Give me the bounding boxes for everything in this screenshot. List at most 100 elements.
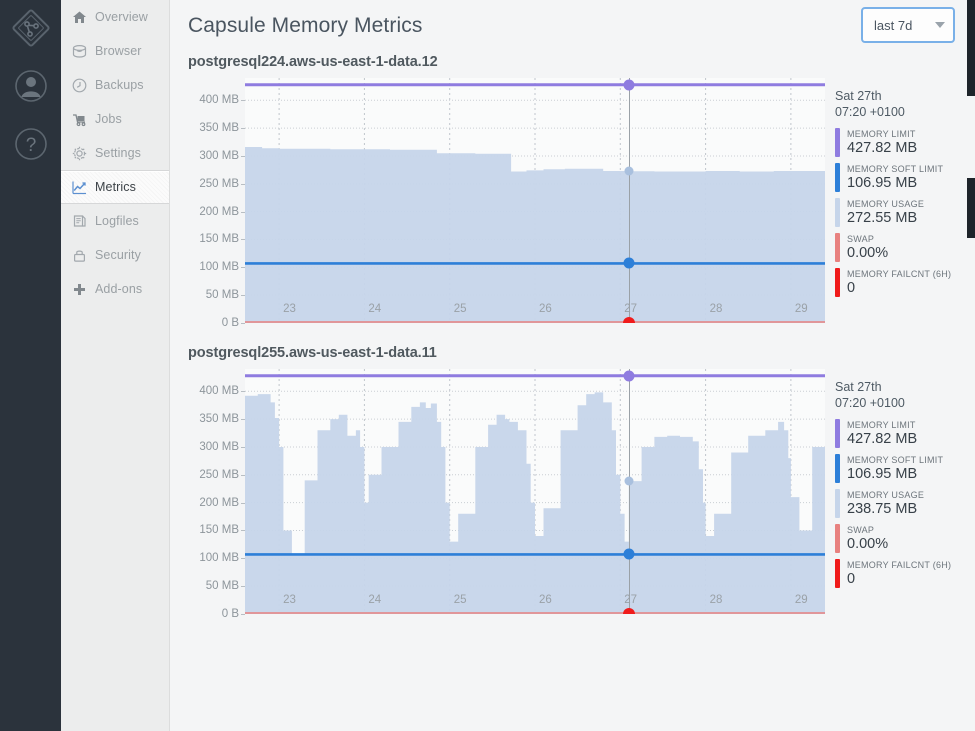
- sidebar-item-label: Jobs: [95, 112, 122, 126]
- legend-swatch: [835, 524, 840, 553]
- chart-legend-1: Sat 27th 07:20 +0100 MEMORY LIMIT427.82 …: [825, 369, 975, 594]
- legend-time-value: 07:20 +0100: [835, 104, 975, 120]
- y-axis-tick-label: 350 MB: [199, 413, 239, 425]
- legend-item: MEMORY FAILCNT (6H)0: [835, 268, 975, 297]
- chart-block-1: postgresql255.aws-us-east-1-data.11 400 …: [170, 345, 975, 614]
- legend-series-name: MEMORY FAILCNT (6H): [847, 268, 951, 280]
- edge-strip-mid: [967, 178, 975, 238]
- plot-canvas-0[interactable]: 23242526272829: [245, 78, 825, 323]
- user-avatar-icon[interactable]: [9, 64, 53, 108]
- x-axis-tick-label: 23: [283, 594, 296, 606]
- app-rail: ?: [0, 0, 61, 731]
- memory-usage-marker: [624, 167, 633, 176]
- sidebar-item-browser[interactable]: Browser: [61, 34, 169, 68]
- x-axis-tick-label: 28: [710, 303, 723, 315]
- sidebar-item-overview[interactable]: Overview: [61, 0, 169, 34]
- sidebar-item-security[interactable]: Security: [61, 238, 169, 272]
- y-axis-tick-label: 0 B: [222, 608, 239, 620]
- svg-text:?: ?: [25, 135, 36, 156]
- legend-series-value: 427.82 MB: [847, 140, 917, 157]
- sidebar-item-label: Browser: [95, 44, 142, 58]
- sidebar-item-label: Logfiles: [95, 214, 139, 228]
- help-icon[interactable]: ?: [9, 122, 53, 166]
- chart-plot-area-1[interactable]: 400 MB350 MB300 MB250 MB200 MB150 MB100 …: [188, 369, 825, 614]
- legend-date: Sat 27th: [835, 88, 975, 104]
- y-axis-0: 400 MB 350 MB 300 MB 250 MB 200 MB 150 MB 100 …: [188, 78, 245, 323]
- sidebar-item-backups[interactable]: Backups: [61, 68, 169, 102]
- legend-series-name: SWAP: [847, 233, 888, 245]
- legend-item: MEMORY LIMIT427.82 MB: [835, 128, 975, 157]
- legend-swatch: [835, 559, 840, 588]
- sidebar-item-label: Overview: [95, 10, 148, 24]
- x-axis-tick-label: 25: [454, 594, 467, 606]
- legend-item: MEMORY SOFT LIMIT106.95 MB: [835, 454, 975, 483]
- legend-swatch: [835, 454, 840, 483]
- y-axis-tick-label: 250 MB: [199, 469, 239, 481]
- sidebar-item-label: Settings: [95, 146, 141, 160]
- y-axis-tick-label: 300 MB: [199, 441, 239, 453]
- legend-series-value: 0.00%: [847, 245, 888, 262]
- legend-item: MEMORY SOFT LIMIT106.95 MB: [835, 163, 975, 192]
- memory-soft-limit-marker: [623, 258, 634, 269]
- y-axis-tick-label: 150 MB: [199, 233, 239, 245]
- legend-item: SWAP0.00%: [835, 233, 975, 262]
- chart-title: postgresql224.aws-us-east-1-data.12: [188, 54, 975, 70]
- y-axis-tick-label: 350 MB: [199, 122, 239, 134]
- y-axis-tick-label: 50 MB: [206, 580, 239, 592]
- sidebar-item-label: Metrics: [95, 180, 136, 194]
- sidebar-item-add-ons[interactable]: Add-ons: [61, 272, 169, 306]
- topbar: Capsule Memory Metrics last 7d: [170, 0, 975, 52]
- y-axis-tick-label: 0 B: [222, 317, 239, 329]
- legend-series-name: MEMORY SOFT LIMIT: [847, 163, 943, 175]
- cursor-line: [629, 78, 630, 323]
- y-axis-tick-label: 250 MB: [199, 178, 239, 190]
- y-axis-tick-label: 100 MB: [199, 261, 239, 273]
- legend-timestamp: Sat 27th 07:20 +0100: [835, 379, 975, 411]
- legend-items-0: MEMORY LIMIT427.82 MB MEMORY SOFT LIMIT10…: [835, 128, 975, 297]
- home-icon: [71, 9, 88, 26]
- edge-strip-top: [967, 0, 975, 96]
- sidebar-item-settings[interactable]: Settings: [61, 136, 169, 170]
- legend-series-name: MEMORY SOFT LIMIT: [847, 454, 943, 466]
- legend-item: MEMORY FAILCNT (6H)0: [835, 559, 975, 588]
- legend-date: Sat 27th: [835, 379, 975, 395]
- time-range-select[interactable]: last 7d: [861, 7, 955, 43]
- logo-icon[interactable]: [9, 6, 53, 50]
- sidebar-item-metrics[interactable]: Metrics: [61, 170, 169, 204]
- chart-plot-area-0[interactable]: 400 MB 350 MB 300 MB 250 MB 200 MB 150 MB 100 …: [188, 78, 825, 323]
- y-axis-tick-label: 400 MB: [199, 94, 239, 106]
- y-axis-tick-label: 50 MB: [206, 289, 239, 301]
- legend-swatch: [835, 489, 840, 518]
- y-axis-tick-label: 300 MB: [199, 150, 239, 162]
- y-axis-1: 400 MB350 MB300 MB250 MB200 MB150 MB100 …: [188, 369, 245, 614]
- legend-series-name: MEMORY USAGE: [847, 489, 924, 501]
- legend-series-value: 0: [847, 280, 951, 297]
- y-axis-tick-label: 100 MB: [199, 552, 239, 564]
- legend-series-value: 106.95 MB: [847, 175, 943, 192]
- legend-items-1: MEMORY LIMIT427.82 MB MEMORY SOFT LIMIT10…: [835, 419, 975, 588]
- legend-series-name: MEMORY USAGE: [847, 198, 924, 210]
- legend-item: MEMORY LIMIT427.82 MB: [835, 419, 975, 448]
- chart-line-icon: [71, 179, 88, 196]
- legend-swatch: [835, 268, 840, 297]
- right-edge-sliver: [962, 0, 975, 731]
- y-axis-tickmark: [241, 614, 245, 615]
- sidebar-item-jobs[interactable]: Jobs: [61, 102, 169, 136]
- sidebar-item-logfiles[interactable]: Logfiles: [61, 204, 169, 238]
- x-axis-tick-label: 29: [795, 303, 808, 315]
- legend-swatch: [835, 198, 840, 227]
- memory-usage-marker: [624, 477, 633, 486]
- legend-swatch: [835, 233, 840, 262]
- y-axis-tick-label: 200 MB: [199, 206, 239, 218]
- legend-series-value: 238.75 MB: [847, 501, 924, 518]
- x-axis-tick-label: 25: [454, 303, 467, 315]
- legend-swatch: [835, 419, 840, 448]
- chart-title: postgresql255.aws-us-east-1-data.11: [188, 345, 975, 361]
- legend-series-name: SWAP: [847, 524, 888, 536]
- chart-legend-0: Sat 27th 07:20 +0100 MEMORY LIMIT427.82 …: [825, 78, 975, 303]
- legend-series-value: 272.55 MB: [847, 210, 924, 227]
- memory-failcnt-marker: [623, 608, 635, 614]
- legend-series-value: 427.82 MB: [847, 431, 917, 448]
- clock-back-icon: [71, 77, 88, 94]
- plot-canvas-1[interactable]: 23242526272829: [245, 369, 825, 614]
